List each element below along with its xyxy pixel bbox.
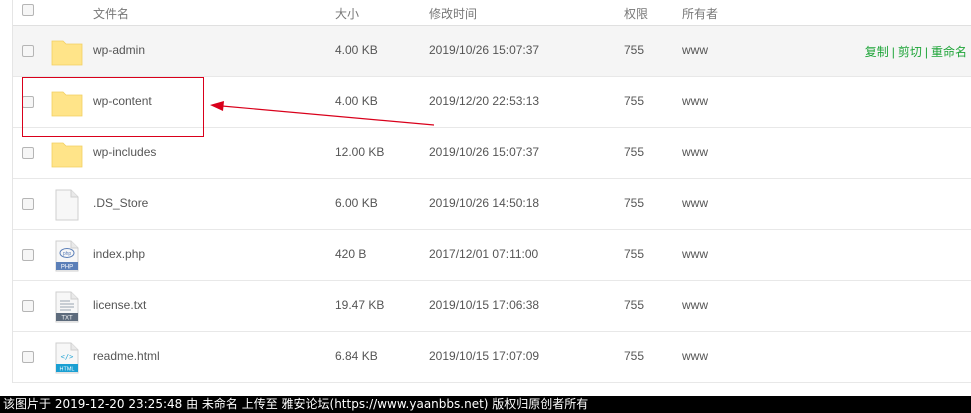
file-owner[interactable]: www: [682, 298, 708, 312]
file-name[interactable]: wp-includes: [93, 145, 156, 159]
php-glyph: php: [63, 251, 72, 257]
file-name[interactable]: readme.html: [93, 349, 160, 363]
file-owner[interactable]: www: [682, 196, 708, 210]
header-permission[interactable]: 权限: [624, 5, 648, 22]
table-row[interactable]: .DS_Store 6.00 KB 2019/10/26 14:50:18 75…: [13, 179, 971, 230]
file-permission[interactable]: 755: [624, 145, 644, 159]
file-owner[interactable]: www: [682, 349, 708, 363]
header-name[interactable]: 文件名: [93, 5, 129, 22]
header-size[interactable]: 大小: [335, 5, 359, 22]
file-permission[interactable]: 755: [624, 298, 644, 312]
row-checkbox[interactable]: [22, 45, 34, 57]
file-owner[interactable]: www: [682, 94, 708, 108]
watermark-footer: 该图片于 2019-12-20 23:25:48 由 未命名 上传至 雅安论坛(…: [0, 396, 971, 413]
header-modified[interactable]: 修改时间: [429, 5, 477, 22]
file-name[interactable]: .DS_Store: [93, 196, 148, 210]
folder-icon[interactable]: [51, 36, 83, 68]
file-modified: 2019/10/26 15:07:37: [429, 145, 540, 159]
file-modified: 2017/12/01 07:11:00: [429, 247, 539, 261]
row-operations: 复制 | 剪切 | 重命名: [865, 43, 967, 60]
rename-link[interactable]: 重命名: [931, 45, 967, 59]
row-checkbox[interactable]: [22, 198, 34, 210]
header-owner[interactable]: 所有者: [682, 5, 718, 22]
table-header: 文件名 大小 修改时间 权限 所有者: [13, 0, 971, 26]
ops-separator: |: [891, 45, 895, 59]
file-name[interactable]: wp-admin: [93, 43, 145, 57]
file-modified: 2019/10/15 17:07:09: [429, 349, 540, 363]
file-size: 19.47 KB: [335, 298, 385, 312]
file-permission[interactable]: 755: [624, 43, 644, 57]
file-owner[interactable]: www: [682, 43, 708, 57]
annotation-highlight-box: [22, 77, 204, 137]
select-all-checkbox[interactable]: [22, 4, 34, 16]
cut-link[interactable]: 剪切: [898, 45, 922, 59]
file-permission[interactable]: 755: [624, 94, 644, 108]
row-checkbox[interactable]: [22, 249, 34, 261]
html-badge: HTML: [60, 367, 75, 373]
html-file-icon[interactable]: </> HTML: [51, 342, 83, 374]
php-file-icon[interactable]: php PHP: [51, 240, 83, 272]
row-checkbox[interactable]: [22, 147, 34, 159]
row-checkbox[interactable]: [22, 351, 34, 363]
file-modified: 2019/10/26 15:07:37: [429, 43, 540, 57]
file-size: 4.00 KB: [335, 43, 378, 57]
file-modified: 2019/12/20 22:53:13: [429, 94, 540, 108]
table-row[interactable]: wp-admin 4.00 KB 2019/10/26 15:07:37 755…: [13, 26, 971, 77]
blank-file-icon[interactable]: [51, 189, 83, 221]
file-modified: 2019/10/26 14:50:18: [429, 196, 540, 210]
folder-icon[interactable]: [51, 138, 83, 170]
table-row[interactable]: TXT license.txt 19.47 KB 2019/10/15 17:0…: [13, 281, 971, 332]
file-name[interactable]: license.txt: [93, 298, 146, 312]
file-size: 12.00 KB: [335, 145, 385, 159]
file-owner[interactable]: www: [682, 247, 708, 261]
file-size: 6.00 KB: [335, 196, 378, 210]
file-name[interactable]: index.php: [93, 247, 145, 261]
file-table: 文件名 大小 修改时间 权限 所有者 wp-admin 4.00 KB 2019…: [12, 0, 971, 383]
row-checkbox[interactable]: [22, 300, 34, 312]
file-size: 4.00 KB: [335, 94, 378, 108]
table-row[interactable]: </> HTML readme.html 6.84 KB 2019/10/15 …: [13, 332, 971, 383]
file-permission[interactable]: 755: [624, 349, 644, 363]
file-owner[interactable]: www: [682, 145, 708, 159]
file-modified: 2019/10/15 17:06:38: [429, 298, 540, 312]
file-permission[interactable]: 755: [624, 247, 644, 261]
php-badge: PHP: [61, 265, 73, 271]
table-row[interactable]: php PHP index.php 420 B 2017/12/01 07:11…: [13, 230, 971, 281]
file-size: 6.84 KB: [335, 349, 378, 363]
txt-badge: TXT: [61, 316, 73, 322]
html-glyph: </>: [61, 353, 74, 361]
copy-link[interactable]: 复制: [865, 45, 889, 59]
file-permission[interactable]: 755: [624, 196, 644, 210]
file-size: 420 B: [335, 247, 367, 261]
txt-file-icon[interactable]: TXT: [51, 291, 83, 323]
ops-separator: |: [924, 45, 928, 59]
